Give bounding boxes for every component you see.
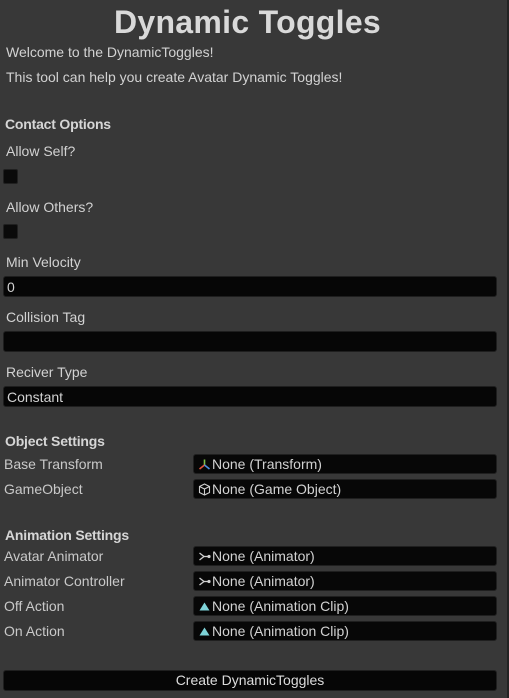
avatar-animator-value: None (Animator)	[212, 548, 315, 564]
animation-settings-header: Animation Settings	[5, 527, 129, 543]
allow-others-label: Allow Others?	[6, 199, 94, 215]
off-action-value: None (Animation Clip)	[212, 598, 349, 614]
animator-controller-label: Animator Controller	[4, 573, 125, 589]
allow-self-checkbox[interactable]	[3, 169, 18, 184]
base-transform-value: None (Transform)	[212, 456, 322, 472]
intro-line-2: This tool can help you create Avatar Dyn…	[6, 69, 343, 85]
min-velocity-label: Min Velocity	[6, 254, 81, 270]
animation-clip-icon	[197, 599, 211, 613]
off-action-label: Off Action	[4, 598, 65, 614]
gameobject-value: None (Game Object)	[212, 481, 342, 497]
gameobject-cube-icon	[197, 482, 211, 496]
receiver-type-label: Reciver Type	[6, 364, 88, 380]
gameobject-label: GameObject	[4, 481, 83, 497]
animator-controller-field[interactable]: None (Animator)	[193, 571, 497, 591]
animator-icon	[197, 549, 211, 563]
base-transform-field[interactable]: None (Transform)	[193, 454, 497, 474]
gameobject-field[interactable]: None (Game Object)	[193, 479, 497, 499]
allow-others-checkbox[interactable]	[3, 224, 18, 239]
on-action-value: None (Animation Clip)	[212, 623, 349, 639]
avatar-animator-label: Avatar Animator	[4, 548, 104, 564]
collision-tag-field[interactable]	[3, 331, 497, 352]
allow-self-label: Allow Self?	[6, 143, 76, 159]
off-action-field[interactable]: None (Animation Clip)	[193, 596, 497, 616]
create-dynamic-toggles-button[interactable]: Create DynamicToggles	[3, 670, 497, 691]
transform-icon	[197, 457, 211, 471]
min-velocity-field[interactable]	[3, 276, 497, 297]
animation-clip-icon	[197, 624, 211, 638]
collision-tag-label: Collision Tag	[6, 309, 86, 325]
window-title: Dynamic Toggles	[113, 4, 382, 40]
on-action-field[interactable]: None (Animation Clip)	[193, 621, 497, 641]
intro-line-1: Welcome to the DynamicToggles!	[6, 44, 214, 60]
avatar-animator-field[interactable]: None (Animator)	[193, 546, 497, 566]
on-action-label: On Action	[4, 623, 65, 639]
dynamic-toggles-window: Dynamic Toggles Welcome to the DynamicTo…	[0, 0, 509, 698]
receiver-type-field[interactable]	[3, 386, 497, 407]
object-settings-header: Object Settings	[5, 433, 105, 449]
animator-icon	[197, 574, 211, 588]
animator-controller-value: None (Animator)	[212, 573, 315, 589]
contact-options-header: Contact Options	[5, 116, 111, 132]
base-transform-label: Base Transform	[4, 456, 103, 472]
